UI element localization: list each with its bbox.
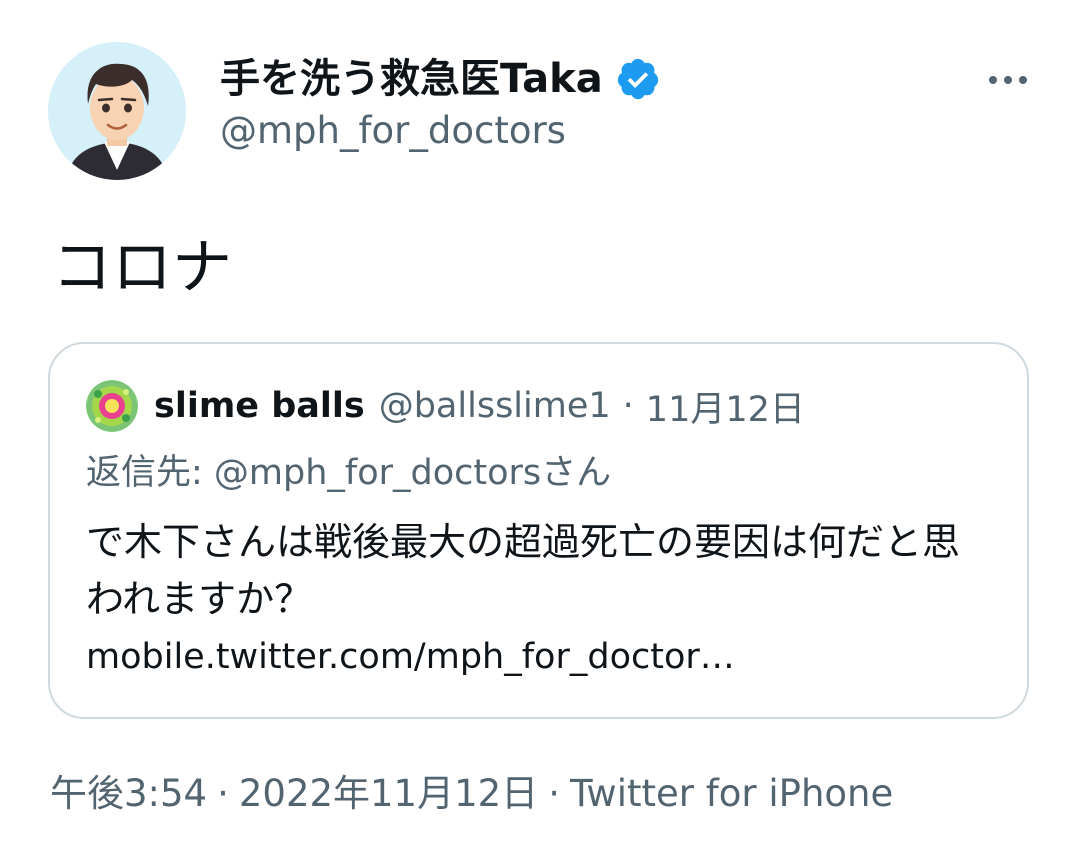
quoted-author-name: slime balls [154, 386, 365, 426]
author-avatar[interactable] [48, 42, 186, 180]
reply-to-label: 返信先: @mph_for_doctorsさん [86, 453, 612, 493]
more-options-icon[interactable] [980, 58, 1036, 102]
quoted-tweet-link[interactable]: mobile.twitter.com/mph_for_doctor… [86, 636, 735, 678]
tweet-time[interactable]: 午後3:54 [50, 772, 207, 815]
verified-badge-icon [615, 56, 661, 102]
separator-dot: · [548, 772, 560, 815]
quoted-tweet-body: で木下さんは戦後最大の超過死亡の要因は何だと思われますか？ [86, 520, 961, 621]
quoted-author-handle: @ballsslime1 [378, 386, 611, 426]
tweet-meta: 午後3:54 · 2022年11月12日 · Twitter for iPhone [50, 772, 893, 816]
author-display-name[interactable]: 手を洗う救急医Taka [220, 59, 603, 99]
quoted-tweet-header: slime balls @ballsslime1 · 11月12日 [86, 376, 805, 436]
separator-dot: · [622, 386, 634, 426]
tweet-text: コロナ [52, 233, 232, 303]
quoted-tweet-date: 11月12日 [645, 389, 805, 430]
avatar-image [48, 42, 186, 180]
quoted-tweet-card[interactable]: slime balls @ballsslime1 · 11月12日 返信先: @… [48, 342, 1029, 719]
tweet-source[interactable]: Twitter for iPhone [570, 772, 893, 815]
author-handle[interactable]: @mph_for_doctors [220, 112, 566, 149]
tweet-date[interactable]: 2022年11月12日 [239, 772, 538, 815]
separator-dot: · [217, 772, 229, 815]
quoted-author-avatar [86, 380, 138, 432]
author-name-row[interactable]: 手を洗う救急医Taka [220, 50, 661, 108]
